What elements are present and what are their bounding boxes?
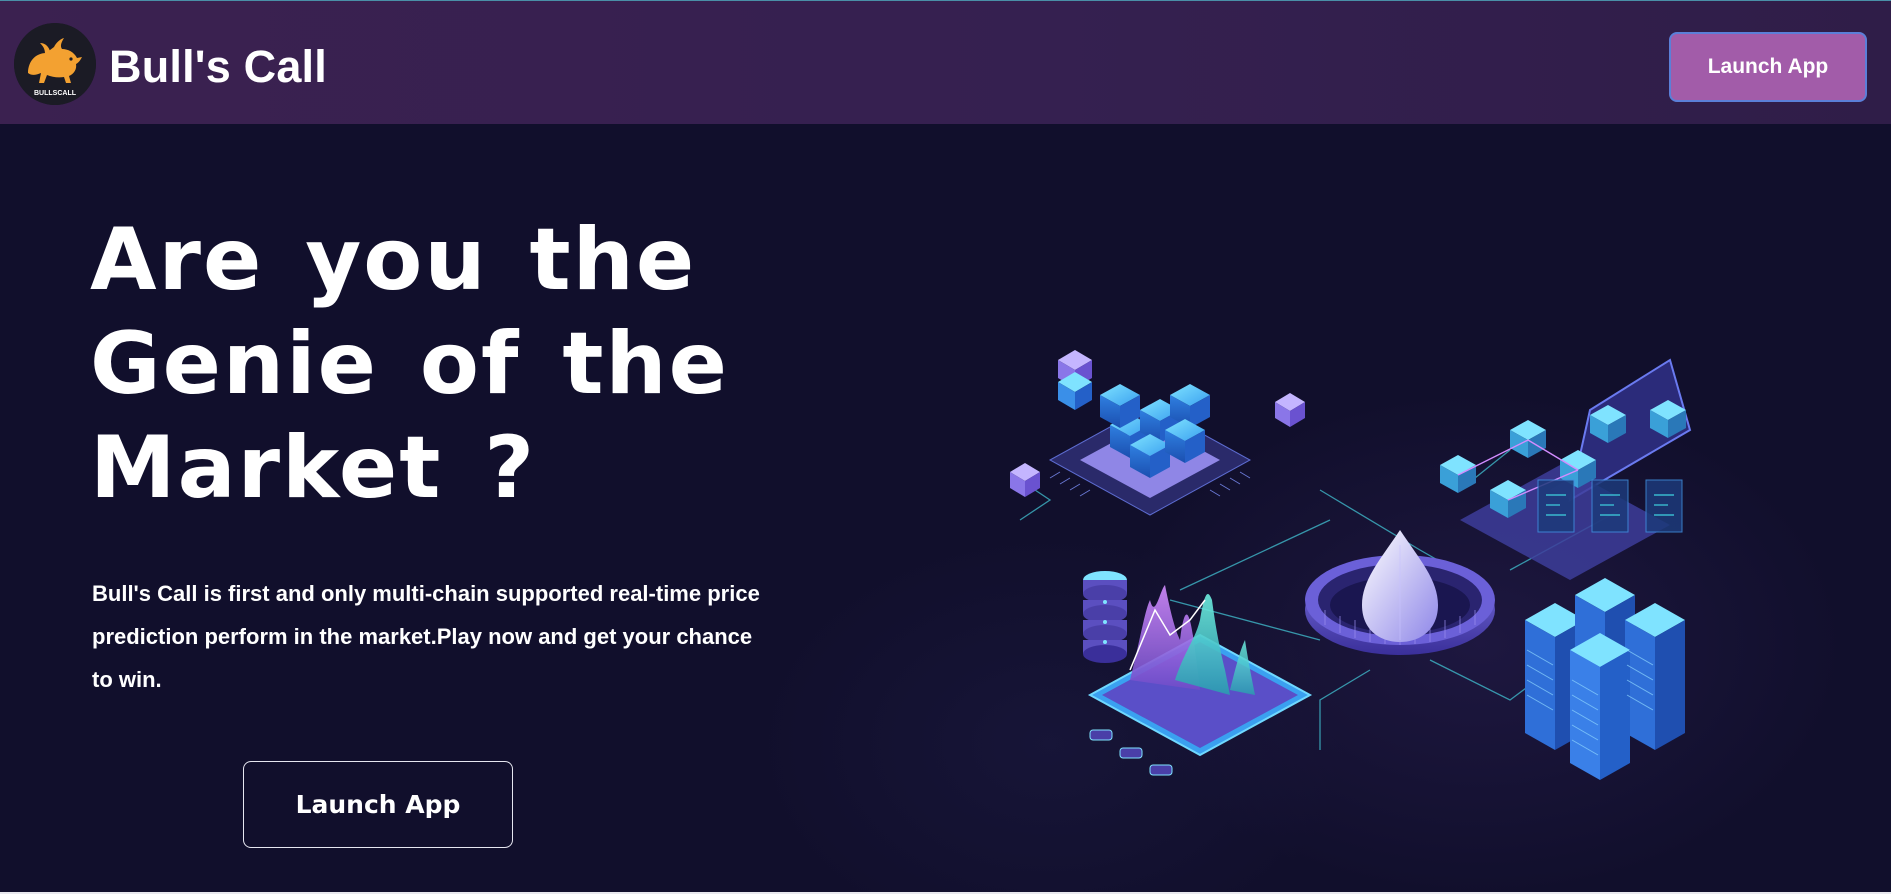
- hero-headline: Are you the Genie of the Market ?: [90, 210, 729, 518]
- launch-app-button-header[interactable]: Launch App: [1669, 32, 1867, 102]
- bull-icon: BULLSCALL: [14, 23, 96, 105]
- navbar: BULLSCALL Bull's Call Launch App: [0, 1, 1891, 124]
- blockchain-illustration: [990, 350, 1710, 820]
- bull-logo-icon[interactable]: BULLSCALL: [14, 23, 96, 105]
- logo-text: BULLSCALL: [34, 90, 77, 97]
- hero-description: Bull's Call is first and only multi-chai…: [92, 581, 760, 692]
- blockchain-illustration-icon: [1010, 350, 1692, 780]
- brand-name[interactable]: Bull's Call: [109, 41, 327, 93]
- launch-app-button-hero[interactable]: Launch App: [243, 761, 513, 848]
